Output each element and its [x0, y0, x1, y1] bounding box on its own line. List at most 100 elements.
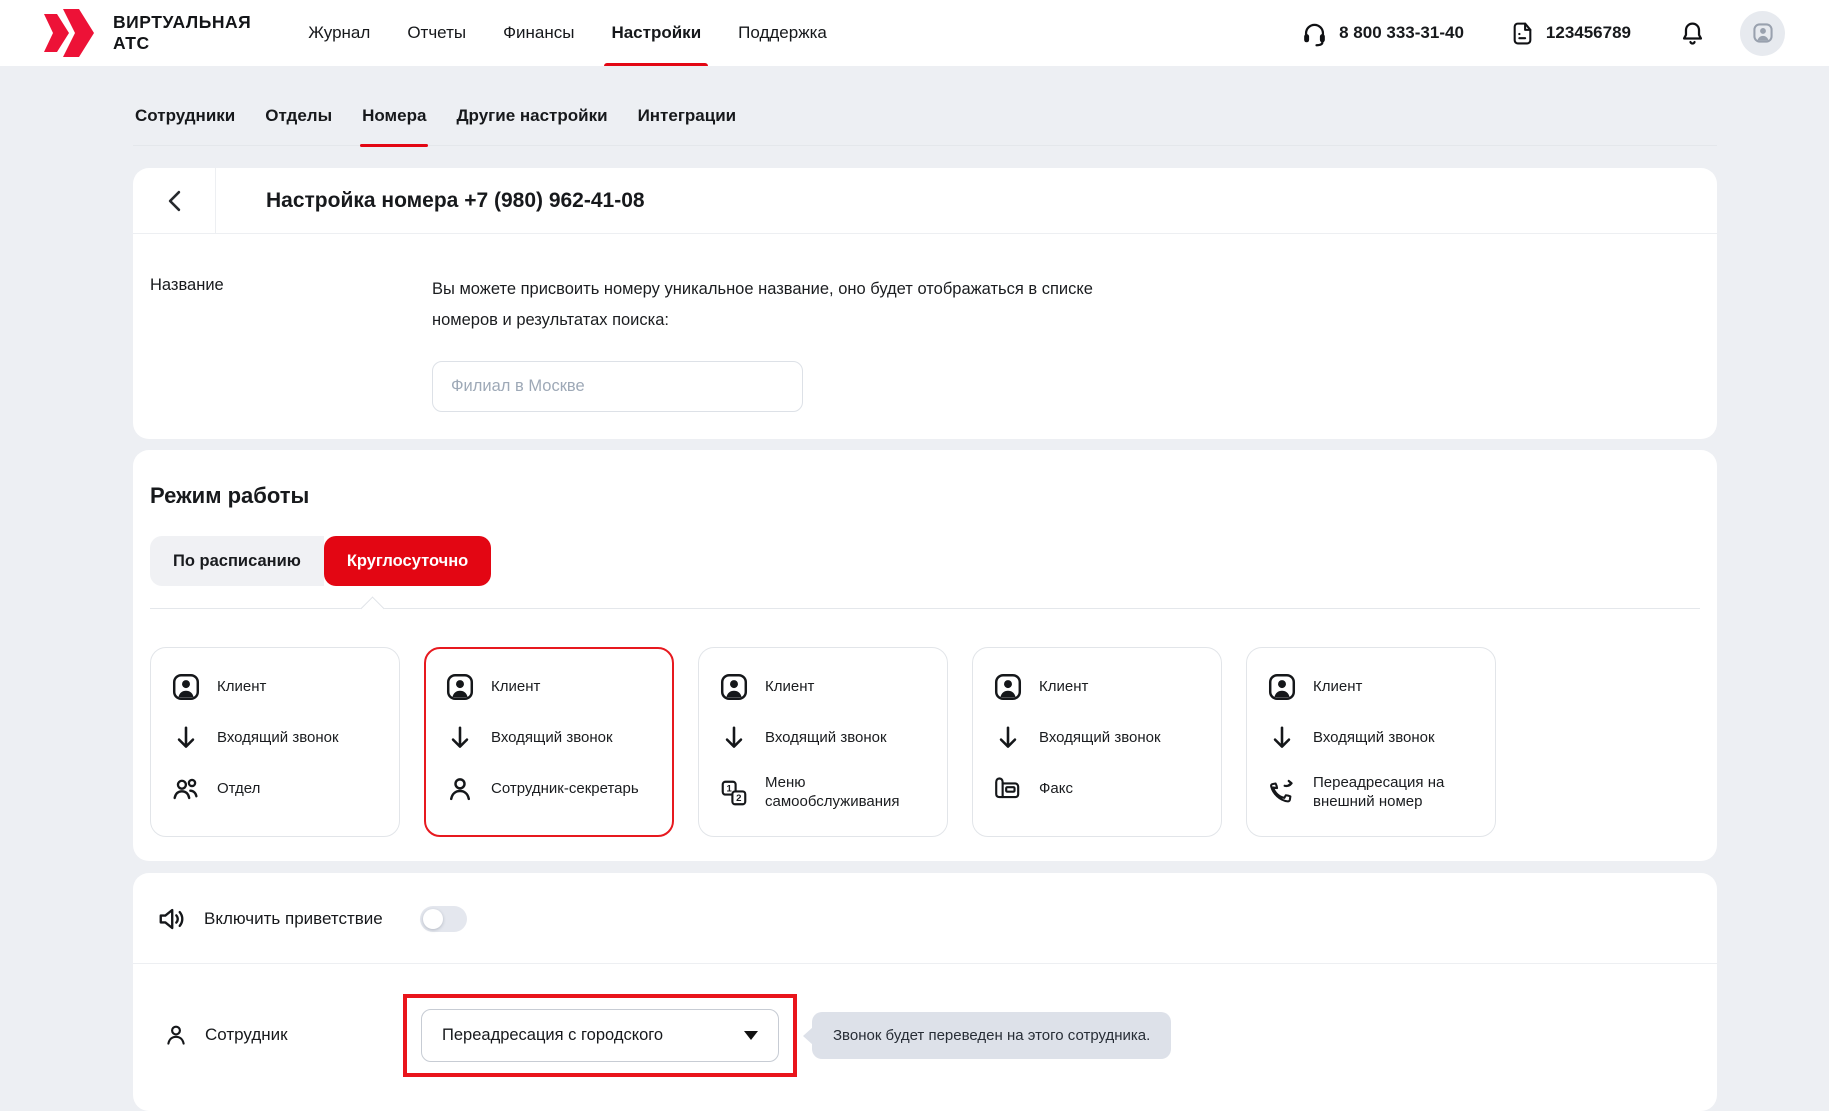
person-icon — [163, 1022, 189, 1048]
work-mode-title: Режим работы — [150, 483, 1717, 509]
employee-select[interactable]: Переадресация с городского — [421, 1009, 779, 1062]
nav-item-finance[interactable]: Финансы — [500, 0, 577, 66]
flow-label: Клиент — [1039, 678, 1088, 697]
logo-mark-icon — [42, 9, 98, 57]
flow-row-incoming: Входящий звонок — [171, 723, 379, 753]
flow-card-department[interactable]: Клиент Входящий звонок — [150, 647, 400, 837]
nav-item-settings[interactable]: Настройки — [608, 0, 704, 66]
flow-row-target: Факс — [993, 774, 1201, 804]
greeting-toggle[interactable] — [420, 906, 467, 932]
employee-row: Сотрудник Переадресация с городского Зво… — [133, 964, 1717, 1111]
flow-card-ivr-menu[interactable]: Клиент Входящий звонок 1 — [698, 647, 948, 837]
headset-icon — [1301, 20, 1328, 47]
support-phone[interactable]: 8 800 333-31-40 — [1301, 20, 1464, 47]
page-title: Настройка номера +7 (980) 962-41-08 — [216, 168, 645, 233]
flow-row-target: 1 2 Меню самообслуживания — [719, 774, 927, 812]
flow-label: Факс — [1039, 780, 1073, 799]
routing-settings-card: Включить приветствие Сотрудник Переадрес… — [133, 873, 1717, 1111]
flow-card-fax[interactable]: Клиент Входящий звонок — [972, 647, 1222, 837]
name-description: Вы можете присвоить номеру уникальное на… — [432, 274, 1132, 336]
flow-label: Входящий звонок — [491, 729, 613, 748]
tab-integrations[interactable]: Интеграции — [636, 106, 739, 145]
flow-label: Переадресация на внешний номер — [1313, 774, 1475, 812]
account-number: 123456789 — [1546, 23, 1631, 43]
person-icon — [445, 774, 475, 804]
flow-row-client: Клиент — [1267, 672, 1475, 702]
logo-text: ВИРТУАЛЬНАЯ АТС — [113, 12, 251, 53]
main-nav: Журнал Отчеты Финансы Настройки Поддержк… — [305, 0, 861, 66]
flow-row-target: Отдел — [171, 774, 379, 804]
arrow-down-icon — [1267, 723, 1297, 753]
tab-departments[interactable]: Отделы — [263, 106, 334, 145]
department-icon — [171, 774, 201, 804]
mode-tab-always-on[interactable]: Круглосуточно — [324, 536, 491, 586]
greeting-row: Включить приветствие — [133, 873, 1717, 963]
ivr-menu-icon: 1 2 — [719, 778, 749, 808]
nav-item-support[interactable]: Поддержка — [735, 0, 830, 66]
user-avatar[interactable] — [1740, 11, 1785, 56]
flow-label: Сотрудник-секретарь — [491, 780, 639, 799]
contact-card-icon — [171, 672, 201, 702]
flow-row-incoming: Входящий звонок — [719, 723, 927, 753]
annotation-highlight-box: Переадресация с городского — [403, 994, 797, 1077]
flow-label: Входящий звонок — [1313, 729, 1435, 748]
mode-tab-schedule[interactable]: По расписанию — [150, 536, 324, 586]
name-label: Название — [150, 274, 432, 412]
contact-card-icon — [1267, 672, 1297, 702]
logo[interactable]: ВИРТУАЛЬНАЯ АТС — [42, 9, 251, 57]
flow-row-client: Клиент — [171, 672, 379, 702]
nav-item-journal[interactable]: Журнал — [305, 0, 373, 66]
number-settings-card: Настройка номера +7 (980) 962-41-08 Назв… — [133, 168, 1717, 439]
flow-row-incoming: Входящий звонок — [445, 723, 653, 753]
notifications-button[interactable] — [1679, 20, 1706, 47]
flow-card-secretary[interactable]: Клиент Входящий звонок — [424, 647, 674, 837]
tab-other-settings[interactable]: Другие настройки — [454, 106, 609, 145]
caret-down-icon — [744, 1031, 758, 1040]
employee-select-value: Переадресация с городского — [442, 1026, 663, 1045]
flow-card-external-forward[interactable]: Клиент Входящий звонок — [1246, 647, 1496, 837]
back-button[interactable] — [133, 168, 216, 233]
flow-label: Меню самообслуживания — [765, 774, 927, 812]
name-main: Вы можете присвоить номеру уникальное на… — [432, 274, 1132, 412]
flow-row-client: Клиент — [719, 672, 927, 702]
active-tab-pointer — [360, 596, 384, 620]
call-flow-options: Клиент Входящий звонок — [150, 647, 1700, 837]
flow-label: Клиент — [1313, 678, 1362, 697]
arrow-down-icon — [445, 723, 475, 753]
flow-row-incoming: Входящий звонок — [993, 723, 1201, 753]
employee-left: Сотрудник — [163, 1022, 403, 1048]
svg-text:2: 2 — [736, 793, 741, 804]
speaker-icon — [157, 904, 187, 934]
contact-card-icon — [993, 672, 1023, 702]
flow-label: Клиент — [765, 678, 814, 697]
nav-item-reports[interactable]: Отчеты — [404, 0, 469, 66]
account[interactable]: 123456789 — [1510, 21, 1631, 46]
flow-label: Входящий звонок — [1039, 729, 1161, 748]
flow-label: Отдел — [217, 780, 260, 799]
app-header: ВИРТУАЛЬНАЯ АТС Журнал Отчеты Финансы На… — [0, 0, 1829, 66]
work-mode-card: Режим работы По расписанию Круглосуточно — [133, 450, 1717, 861]
fax-icon — [993, 774, 1023, 804]
number-name-input[interactable] — [432, 361, 803, 412]
employee-tooltip: Звонок будет переведен на этого сотрудни… — [812, 1012, 1171, 1059]
bill-icon — [1510, 21, 1535, 46]
flow-row-client: Клиент — [993, 672, 1201, 702]
arrow-down-icon — [171, 723, 201, 753]
mode-divider — [150, 608, 1700, 609]
arrow-down-icon — [993, 723, 1023, 753]
flow-row-client: Клиент — [445, 672, 653, 702]
settings-sub-tabs: Сотрудники Отделы Номера Другие настройк… — [133, 106, 1717, 146]
flow-row-incoming: Входящий звонок — [1267, 723, 1475, 753]
tab-employees[interactable]: Сотрудники — [133, 106, 237, 145]
tab-numbers[interactable]: Номера — [360, 106, 428, 145]
greeting-label: Включить приветствие — [204, 909, 383, 929]
phone-forward-icon — [1267, 778, 1297, 808]
flow-label: Входящий звонок — [765, 729, 887, 748]
toggle-knob — [423, 909, 443, 929]
work-mode-tabs: По расписанию Круглосуточно — [150, 536, 1717, 586]
support-phone-number: 8 800 333-31-40 — [1339, 23, 1464, 43]
bell-icon — [1679, 20, 1706, 47]
flow-label: Клиент — [491, 678, 540, 697]
arrow-down-icon — [719, 723, 749, 753]
name-row: Название Вы можете присвоить номеру уник… — [133, 234, 1717, 439]
